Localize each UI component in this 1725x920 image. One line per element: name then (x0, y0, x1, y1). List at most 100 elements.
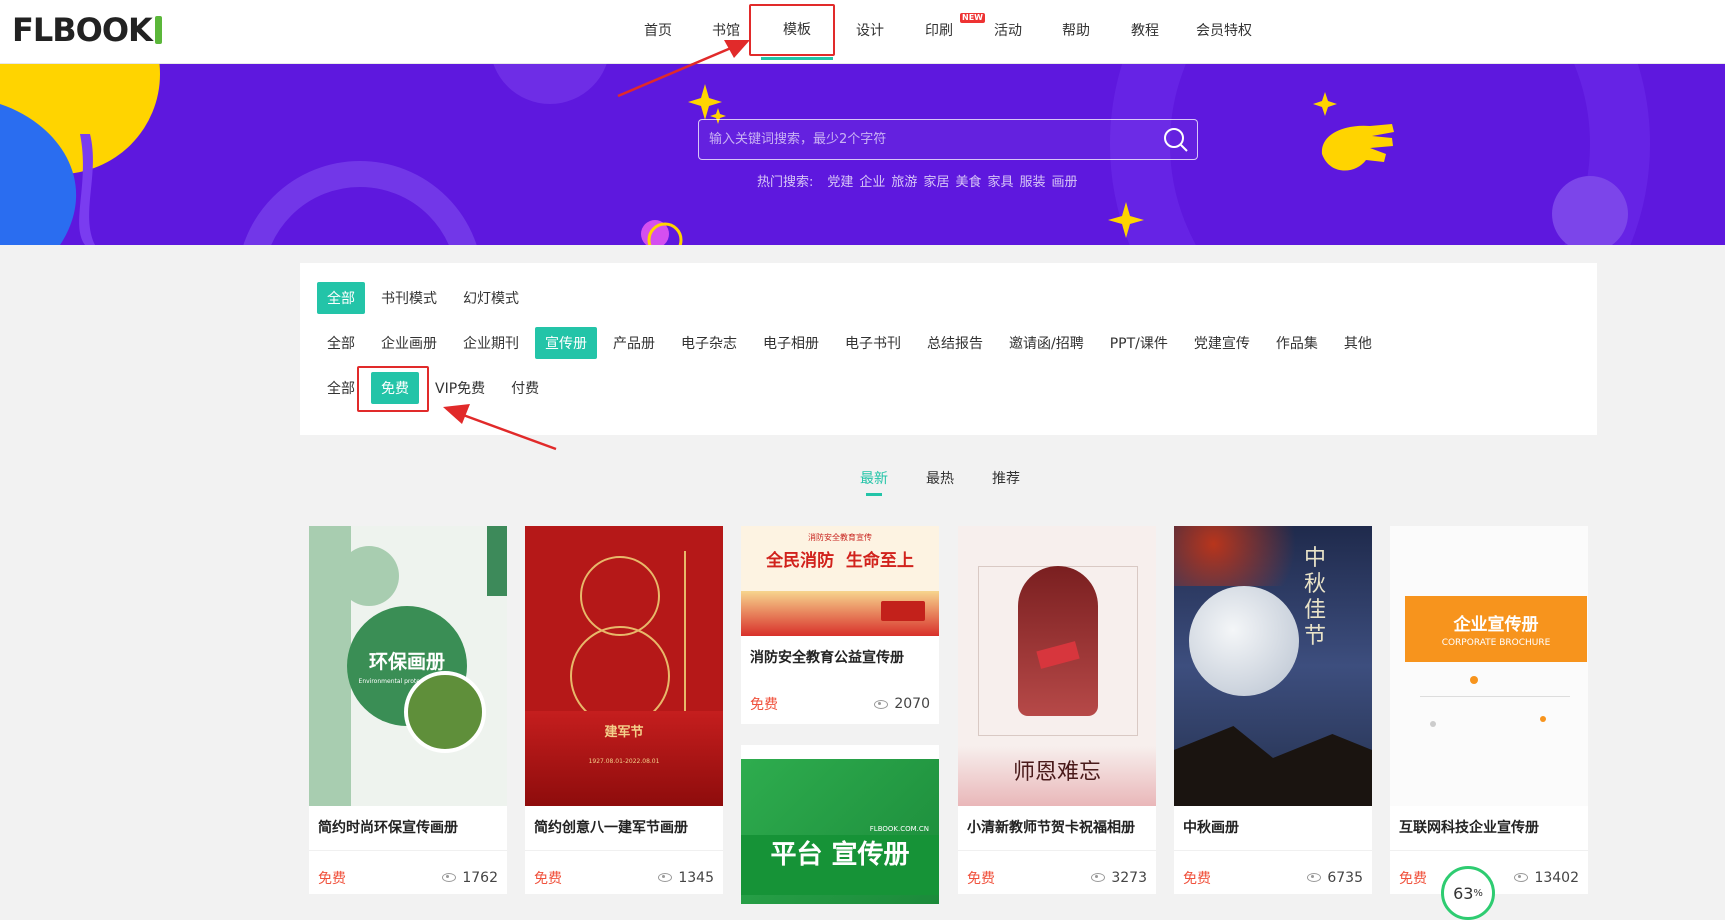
template-card[interactable]: 平台 宣传册 FLBOOK.COM.CN (741, 745, 939, 904)
filter-category[interactable]: 党建宣传 (1184, 327, 1260, 359)
filter-category-selected[interactable]: 宣传册 (535, 327, 597, 359)
template-card[interactable]: 师恩难忘 小清新教师节贺卡祝福相册 免费 3273 (958, 526, 1156, 894)
view-count-value: 13402 (1534, 869, 1579, 886)
template-card[interactable]: 建军节 1927.08.01-2022.08.01 简约创意八一建军节画册 免费… (525, 526, 723, 894)
thumb-title: 中秋佳节 (1304, 546, 1327, 649)
filter-category[interactable]: 其他 (1334, 327, 1382, 359)
card-title: 小清新教师节贺卡祝福相册 (967, 820, 1135, 836)
filter-category[interactable]: 总结报告 (917, 327, 993, 359)
filter-category[interactable]: 产品册 (603, 327, 665, 359)
view-count-value: 1345 (678, 869, 714, 886)
price-label: 免费 (750, 697, 778, 713)
eye-icon (1307, 873, 1322, 882)
view-count: 13402 (1514, 870, 1579, 886)
search-icon[interactable] (1163, 127, 1189, 153)
nav-help[interactable]: 帮助 (1043, 0, 1109, 60)
thumb-subtitle: FLBOOK.COM.CN (869, 825, 929, 833)
filter-category[interactable]: 全部 (317, 327, 365, 359)
eye-icon (1091, 873, 1106, 882)
sort-tab-hottest[interactable]: 最热 (926, 468, 954, 496)
nav-label: 会员特权 (1196, 23, 1252, 39)
nav-vip-benefits[interactable]: 会员特权 (1181, 0, 1267, 60)
card-meta: 免费 2070 (741, 680, 939, 724)
thumb-title: 环保画册 (368, 651, 445, 673)
card-title: 消防安全教育公益宣传册 (750, 650, 904, 666)
filter-price-vip-free[interactable]: VIP免费 (425, 372, 495, 404)
hot-search-term[interactable]: 服装 (1019, 171, 1045, 190)
filter-category[interactable]: 电子相册 (753, 327, 829, 359)
price-label: 免费 (534, 870, 562, 887)
sort-tab-recommended[interactable]: 推荐 (992, 468, 1020, 496)
nav-home[interactable]: 首页 (620, 0, 696, 60)
thumb-title: 平台 宣传册 (770, 840, 910, 870)
filter-mode-slides[interactable]: 幻灯模式 (453, 282, 529, 314)
search-input[interactable] (699, 120, 1139, 159)
progress-unit: % (1473, 887, 1483, 899)
view-count-value: 3273 (1111, 869, 1147, 886)
nav-library[interactable]: 书馆 (696, 0, 756, 60)
card-thumbnail: 建军节 1927.08.01-2022.08.01 (525, 526, 723, 806)
logo-text: FLBOOK (12, 11, 153, 49)
filter-mode-all[interactable]: 全部 (317, 282, 365, 314)
hot-search-term[interactable]: 旅游 (891, 171, 917, 190)
template-card[interactable]: 环保画册 Environmental protection album 简约时尚… (309, 526, 507, 894)
filter-mode-row: 全部 书刊模式 幻灯模式 (317, 282, 535, 314)
nav-label: 设计 (856, 23, 884, 39)
nav-label: 帮助 (1062, 23, 1090, 39)
filter-category[interactable]: PPT/课件 (1100, 327, 1178, 359)
thumb-title: 建军节 (604, 725, 644, 740)
template-card[interactable]: 消防安全教育宣传 全民消防 生命至上 消防安全教育公益宣传册 免费 2070 (741, 526, 939, 724)
nav-design[interactable]: 设计 (836, 0, 904, 60)
filter-mode-magazine[interactable]: 书刊模式 (371, 282, 447, 314)
view-count: 6735 (1307, 870, 1363, 886)
view-count: 2070 (874, 696, 930, 712)
logo-mark (154, 16, 162, 44)
hot-search-term[interactable]: 画册 (1052, 171, 1078, 190)
nav-label: 印刷 (925, 23, 953, 39)
price-label: 免费 (1399, 870, 1427, 887)
nav-tutorials[interactable]: 教程 (1109, 0, 1181, 60)
site-logo[interactable]: FLBOOK (12, 11, 162, 49)
template-card[interactable]: 中秋佳节 中秋画册 免费 6735 (1174, 526, 1372, 894)
thumb-title: 企业宣传册 (1453, 615, 1539, 635)
filter-category[interactable]: 企业期刊 (453, 327, 529, 359)
filter-category[interactable]: 电子书刊 (835, 327, 911, 359)
card-meta: 免费 1345 (525, 850, 723, 894)
sort-tab-latest[interactable]: 最新 (860, 468, 888, 496)
progress-value: 63 (1453, 883, 1474, 903)
hot-search-term[interactable]: 家居 (923, 171, 949, 190)
template-card[interactable]: 企业宣传册 CORPORATE BROCHURE 互联网科技企业宣传册 免费 1… (1390, 526, 1588, 894)
card-thumbnail: 中秋佳节 (1174, 526, 1372, 806)
view-count-value: 1762 (462, 869, 498, 886)
hot-search-term[interactable]: 企业 (859, 171, 885, 190)
card-thumbnail: 师恩难忘 (958, 526, 1156, 806)
nav-label: 书馆 (712, 23, 740, 39)
nav-label: 教程 (1131, 23, 1159, 39)
filter-category[interactable]: 作品集 (1266, 327, 1328, 359)
filter-category[interactable]: 邀请函/招聘 (999, 327, 1094, 359)
search-box (698, 119, 1198, 160)
view-count: 3273 (1091, 870, 1147, 886)
hot-search-term[interactable]: 家具 (987, 171, 1013, 190)
hot-search-term[interactable]: 党建 (827, 171, 853, 190)
loading-progress-indicator: 63% (1441, 866, 1495, 920)
view-count-value: 6735 (1327, 869, 1363, 886)
nav-print[interactable]: 印刷 NEW (905, 0, 985, 60)
card-title: 互联网科技企业宣传册 (1399, 820, 1539, 836)
hot-search-term[interactable]: 美食 (955, 171, 981, 190)
filter-price-row: 全部 免费 VIP免费 付费 (317, 372, 555, 404)
filter-category[interactable]: 企业画册 (371, 327, 447, 359)
price-label: 免费 (1183, 870, 1211, 887)
view-count-value: 2070 (894, 696, 930, 712)
sort-tabs: 最新 最热 推荐 (860, 468, 1058, 496)
filter-price-paid[interactable]: 付费 (501, 372, 549, 404)
eye-icon (658, 873, 673, 882)
card-meta: 免费 1762 (309, 850, 507, 894)
nav-label: 首页 (644, 23, 672, 39)
eye-icon (874, 699, 889, 709)
eye-icon (442, 873, 457, 882)
card-thumbnail: 平台 宣传册 FLBOOK.COM.CN (741, 745, 939, 904)
nav-events[interactable]: 活动 (973, 0, 1043, 60)
filter-category[interactable]: 电子杂志 (671, 327, 747, 359)
hot-searches: 热门搜索: 党建 企业 旅游 家居 美食 家具 服装 画册 (757, 171, 1078, 190)
